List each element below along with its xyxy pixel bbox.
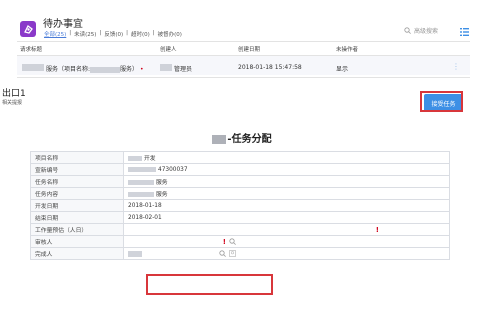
pending-cell[interactable]: 显示: [336, 64, 348, 73]
column-header-date: 创建日期: [238, 47, 261, 53]
search-icon: [404, 27, 411, 34]
field-value: 47300037: [158, 166, 188, 173]
field-label: 宣新编号: [30, 163, 124, 176]
divider: [17, 41, 470, 42]
form-row: 项目名称 开发: [30, 151, 450, 164]
form-title: -任务分配: [0, 130, 484, 145]
section-subtitle: 相关提报: [2, 100, 23, 106]
field-label: 工作量预估（人日）: [30, 223, 124, 236]
column-header-pending: 未操作者: [336, 47, 359, 53]
search-icon[interactable]: [229, 238, 236, 245]
redacted-block: [128, 180, 154, 185]
form-row: 审核人 !: [30, 235, 450, 248]
redacted-block: [128, 192, 154, 197]
form-row: 任务内容 服务: [30, 187, 450, 200]
field-label: 审核人: [30, 235, 124, 248]
redacted-block: [128, 250, 142, 257]
task-content-value: 服务: [123, 187, 450, 200]
search-icon[interactable]: [219, 250, 226, 257]
tab-overdue[interactable]: 超时(0): [131, 30, 150, 38]
new-marker-icon: •: [138, 66, 144, 73]
request-title-link[interactable]: 服务（项目名称: 服务） •: [46, 64, 144, 73]
section-title: 出口1: [2, 89, 26, 99]
reviewer-field[interactable]: !: [123, 235, 450, 248]
user-icon[interactable]: [229, 250, 236, 257]
form-row: 任务名称 服务: [30, 175, 450, 188]
end-date-value: 2018-02-01: [123, 211, 450, 224]
required-icon: !: [222, 237, 226, 246]
task-name-value: 服务: [123, 175, 450, 188]
start-date-value: 2018-01-18: [123, 199, 450, 212]
submitter-field[interactable]: [123, 247, 450, 260]
creator-cell: 管理员: [174, 66, 193, 73]
redacted-block: [128, 166, 156, 172]
field-label: 结束日期: [30, 211, 124, 224]
field-label: 项目名称: [30, 151, 124, 164]
request-title-suffix: 服务）: [120, 66, 139, 73]
project-name-value: 开发: [123, 151, 450, 164]
redacted-block: [22, 64, 44, 71]
field-label: 任务名称: [30, 175, 124, 188]
form-row: 完成人: [30, 247, 450, 260]
field-value: 服务: [156, 192, 168, 198]
field-label: 任务内容: [30, 187, 124, 200]
tab-feedback[interactable]: 反馈(0): [104, 30, 123, 38]
list-menu-icon[interactable]: [460, 28, 469, 36]
form-row: 宣新编号 47300037: [30, 163, 450, 176]
tab-supervised[interactable]: 被督办(0): [158, 30, 182, 38]
field-value: 开发: [144, 156, 156, 162]
accept-task-button[interactable]: 接受任务: [424, 94, 463, 112]
field-label: 完成人: [30, 247, 124, 260]
filter-tabs: 全部(25) | 未读(25) | 反馈(0) | 超时(0) | 被督办(0): [44, 30, 182, 38]
more-icon[interactable]: ⋮: [452, 62, 460, 71]
form-row: 工作量预估（人日） !: [30, 223, 450, 236]
workload-field[interactable]: !: [123, 223, 450, 236]
divider: [17, 77, 470, 78]
field-label: 开发日期: [30, 199, 124, 212]
date-cell: 2018-01-18 15:47:58: [238, 64, 302, 71]
redacted-block: [90, 66, 121, 73]
field-value: 服务: [156, 180, 168, 186]
column-header-creator: 创建人: [160, 47, 177, 53]
tab-unread[interactable]: 未读(25): [74, 30, 96, 38]
number-value: 47300037: [123, 163, 450, 176]
app-logo-icon: [20, 21, 36, 37]
task-form: 项目名称 开发 宣新编号 47300037 任务名称 服务 任务内容 服务 开发…: [30, 151, 450, 260]
advanced-search-label: 高级搜索: [414, 28, 439, 35]
tab-all[interactable]: 全部(25): [44, 30, 66, 38]
required-icon: !: [375, 225, 379, 234]
request-title-prefix: 服务（项目名称:: [46, 66, 91, 73]
highlight-box: [146, 274, 273, 295]
form-row: 开发日期 2018-01-18: [30, 199, 450, 212]
column-header-title: 请求标题: [20, 47, 43, 53]
redacted-block: [160, 64, 172, 71]
page-title: 待办事宜: [43, 19, 83, 30]
advanced-search[interactable]: 高级搜索: [404, 26, 438, 35]
form-title-text: -任务分配: [227, 134, 272, 145]
form-row: 结束日期 2018-02-01: [30, 211, 450, 224]
redacted-block: [212, 134, 227, 144]
redacted-block: [128, 156, 142, 161]
